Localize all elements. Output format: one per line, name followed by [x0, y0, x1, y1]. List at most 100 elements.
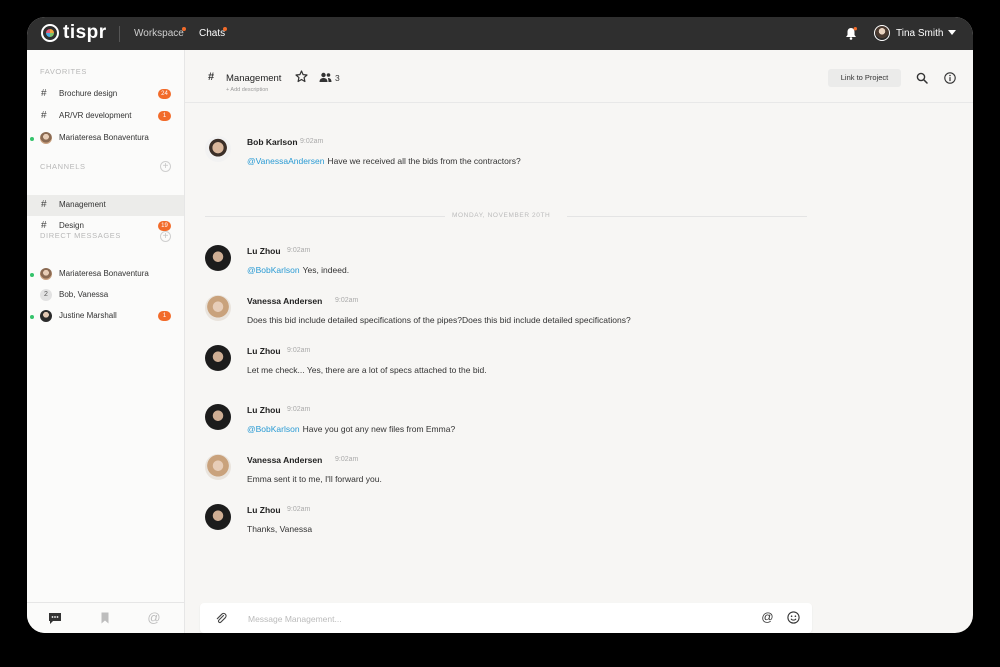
search-icon[interactable]: [916, 72, 928, 84]
mention-icon[interactable]: @: [761, 611, 774, 624]
sidebar-item-mariateresa-bonaventura[interactable]: Mariateresa Bonaventura: [27, 128, 184, 149]
channel-title: Management: [226, 73, 282, 84]
sidebar-item-management[interactable]: # Management: [27, 195, 184, 216]
chat-main: # Management + Add description 3 Link to…: [185, 50, 973, 633]
message-text: Let me check... Yes, there are a lot of …: [247, 365, 487, 375]
message-time: 9:02am: [287, 347, 311, 354]
sidebar-item-dm-bob-vanessa[interactable]: 2 Bob, Vanessa: [27, 285, 184, 306]
day-separator: MONDAY, NOVEMBER 20TH: [205, 212, 807, 222]
logo-text: tispr: [63, 22, 107, 43]
app-window: tispr Workspace Chats Tina Smith FAVORIT…: [27, 17, 973, 633]
bell-icon[interactable]: [845, 27, 857, 40]
hash-icon: #: [208, 71, 215, 83]
message-author[interactable]: Vanessa Andersen: [247, 296, 322, 306]
sidebar: FAVORITES # Brochure design 24 # AR/VR d…: [27, 50, 185, 633]
divider: [119, 26, 120, 42]
message-author[interactable]: Lu Zhou: [247, 505, 281, 515]
sidebar-item-label: Brochure design: [59, 89, 118, 98]
group-count: 2: [40, 289, 52, 301]
sidebar-item-brochure-design[interactable]: # Brochure design 24: [27, 84, 184, 105]
sidebar-item-dm-mariateresa[interactable]: Mariateresa Bonaventura: [27, 264, 184, 285]
unread-badge: 1: [158, 111, 171, 121]
favorites-title: FAVORITES: [40, 67, 87, 76]
avatar[interactable]: [205, 404, 231, 430]
add-description-link[interactable]: + Add description: [226, 87, 268, 93]
sidebar-footer: @: [27, 602, 184, 633]
chevron-down-icon[interactable]: [948, 30, 956, 35]
message-time: 9:02am: [287, 506, 311, 513]
message-time: 9:02am: [335, 456, 359, 463]
avatar[interactable]: [205, 504, 231, 530]
message-body: Yes, indeed.: [302, 265, 350, 275]
message-input[interactable]: [246, 610, 730, 628]
avatar[interactable]: [205, 245, 231, 271]
nav-chats[interactable]: Chats: [199, 28, 225, 39]
message-text: @VanessaAndersen Have we received all the…: [247, 156, 521, 166]
message-author[interactable]: Lu Zhou: [247, 346, 281, 356]
direct-messages-title: DIRECT MESSAGES: [40, 231, 121, 240]
star-icon[interactable]: [295, 70, 308, 83]
add-direct-message-icon[interactable]: +: [160, 231, 171, 242]
channel-header: # Management + Add description 3 Link to…: [185, 50, 973, 103]
notification-dot: [223, 27, 227, 31]
chat-bubble-icon[interactable]: [48, 611, 62, 625]
members-icon[interactable]: [319, 72, 332, 82]
avatar[interactable]: [205, 136, 231, 162]
message-author[interactable]: Lu Zhou: [247, 246, 281, 256]
message-time: 9:02am: [335, 297, 359, 304]
mention-icon[interactable]: @: [147, 611, 161, 625]
message-author[interactable]: Vanessa Andersen: [247, 455, 322, 465]
message-time: 9:02am: [287, 247, 311, 254]
day-label: MONDAY, NOVEMBER 20TH: [452, 212, 551, 219]
paperclip-icon[interactable]: [215, 612, 227, 624]
logo[interactable]: tispr: [41, 22, 107, 43]
add-channel-icon[interactable]: +: [160, 161, 171, 172]
top-bar: tispr Workspace Chats Tina Smith: [27, 17, 973, 50]
emoji-icon[interactable]: [787, 611, 800, 624]
online-status-dot: [30, 315, 34, 319]
info-icon[interactable]: [944, 72, 956, 84]
message-item: Lu Zhou 9:02am @BobKarlson Have you got a…: [205, 404, 905, 444]
sidebar-item-label: AR/VR development: [59, 111, 132, 120]
avatar[interactable]: [205, 345, 231, 371]
nav-workspace[interactable]: Workspace: [134, 28, 184, 39]
sidebar-item-label: Bob, Vanessa: [59, 290, 109, 299]
message-text: @BobKarlson Yes, indeed.: [247, 265, 349, 275]
bookmark-icon[interactable]: [98, 611, 112, 625]
mention-link[interactable]: @BobKarlson: [247, 265, 300, 275]
message-item: Lu Zhou 9:02am Let me check... Yes, ther…: [205, 345, 905, 385]
sidebar-item-dm-justine-marshall[interactable]: Justine Marshall 1: [27, 306, 184, 327]
message-item: Lu Zhou 9:02am @BobKarlson Yes, indeed.: [205, 245, 905, 285]
user-name[interactable]: Tina Smith: [896, 28, 943, 39]
avatar[interactable]: [205, 454, 231, 480]
message-text: Thanks, Vanessa: [247, 524, 313, 534]
hash-icon: #: [41, 220, 47, 231]
message-author[interactable]: Lu Zhou: [247, 405, 281, 415]
unread-badge: 19: [158, 221, 171, 231]
link-to-project-button[interactable]: Link to Project: [828, 69, 901, 87]
logo-icon: [41, 24, 59, 42]
avatar: [40, 310, 52, 322]
sidebar-item-ar-vr-development[interactable]: # AR/VR development 1: [27, 106, 184, 127]
mention-link[interactable]: @VanessaAndersen: [247, 156, 324, 166]
unread-badge: 24: [158, 89, 171, 99]
members-count: 3: [335, 73, 340, 83]
message-item: Vanessa Andersen 9:02am Does this bid in…: [205, 295, 905, 335]
sidebar-item-label: Mariateresa Bonaventura: [59, 133, 149, 142]
message-author[interactable]: Bob Karlson: [247, 137, 298, 147]
message-text: @BobKarlson Have you got any new files fr…: [247, 424, 455, 434]
message-body: Have you got any new files from Emma?: [302, 424, 456, 434]
mention-link[interactable]: @BobKarlson: [247, 424, 300, 434]
hash-icon: #: [41, 88, 47, 99]
online-status-dot: [30, 273, 34, 277]
message-text: Emma sent it to me, I'll forward you.: [247, 474, 382, 484]
unread-badge: 1: [158, 311, 171, 321]
message-time: 9:02am: [287, 406, 311, 413]
user-avatar[interactable]: [874, 25, 890, 41]
message-item: Vanessa Andersen 9:02am Emma sent it to …: [205, 454, 905, 494]
message-body: Have we received all the bids from the c…: [327, 156, 521, 166]
sidebar-item-label: Justine Marshall: [59, 311, 117, 320]
sidebar-item-label: Design: [59, 221, 84, 230]
avatar[interactable]: [205, 295, 231, 321]
avatar: [40, 132, 52, 144]
